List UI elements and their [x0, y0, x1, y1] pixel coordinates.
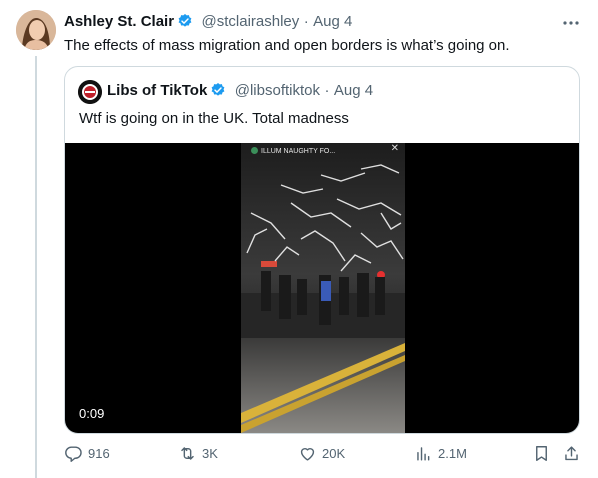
- video-frame: ILLUM NAUGHTY FO... ✕: [241, 143, 405, 433]
- reply-icon: [64, 444, 83, 463]
- tweet-header: Ashley St. Clair @stclairashley · Aug 4: [64, 13, 352, 34]
- close-icon: ✕: [390, 143, 399, 154]
- like-icon: [298, 444, 317, 463]
- video-thumbnail: [241, 143, 405, 433]
- views-button[interactable]: 2.1M: [414, 444, 467, 463]
- repost-count: 3K: [202, 446, 218, 461]
- quoted-author-avatar[interactable]: [78, 80, 102, 104]
- quoted-date[interactable]: Aug 4: [334, 82, 373, 99]
- tweet-text: The effects of mass migration and open b…: [64, 37, 510, 54]
- dot-separator: ·: [324, 82, 330, 99]
- author-name[interactable]: Ashley St. Clair: [64, 13, 174, 30]
- video-player[interactable]: ILLUM NAUGHTY FO... ✕ 0:09: [65, 143, 579, 433]
- reply-count: 916: [88, 446, 110, 461]
- share-button[interactable]: [562, 444, 581, 463]
- more-icon[interactable]: [562, 14, 580, 37]
- video-overlay-label: ILLUM NAUGHTY FO...: [251, 147, 335, 155]
- repost-icon: [178, 444, 197, 463]
- bookmark-icon: [532, 444, 551, 463]
- tweet-date[interactable]: Aug 4: [313, 13, 352, 30]
- views-count: 2.1M: [438, 446, 467, 461]
- views-icon: [414, 444, 433, 463]
- like-count: 20K: [322, 446, 346, 461]
- reply-button[interactable]: 916: [64, 444, 110, 463]
- verified-badge-icon: [177, 13, 193, 34]
- video-overlay-text: ILLUM NAUGHTY FO...: [261, 148, 336, 155]
- dot-separator: ·: [303, 13, 309, 30]
- like-button[interactable]: 20K: [298, 444, 345, 463]
- channel-icon: [251, 147, 258, 154]
- quoted-author-handle[interactable]: @libsoftiktok: [235, 82, 320, 99]
- action-bar: 916 3K 20K 2.1M: [64, 444, 580, 472]
- bookmark-button[interactable]: [532, 444, 551, 463]
- repost-button[interactable]: 3K: [178, 444, 218, 463]
- author-avatar[interactable]: [16, 10, 56, 50]
- verified-badge-icon: [210, 82, 226, 103]
- author-handle[interactable]: @stclairashley: [202, 13, 300, 30]
- quoted-text: Wtf is going on in the UK. Total madness: [79, 110, 349, 127]
- share-icon: [562, 444, 581, 463]
- quoted-header: Libs of TikTok @libsoftiktok · Aug 4: [107, 82, 373, 103]
- thread-line: [35, 56, 37, 478]
- video-duration: 0:09: [79, 406, 105, 421]
- quoted-author-name[interactable]: Libs of TikTok: [107, 82, 207, 99]
- quoted-tweet[interactable]: Libs of TikTok @libsoftiktok · Aug 4 Wtf…: [64, 66, 580, 434]
